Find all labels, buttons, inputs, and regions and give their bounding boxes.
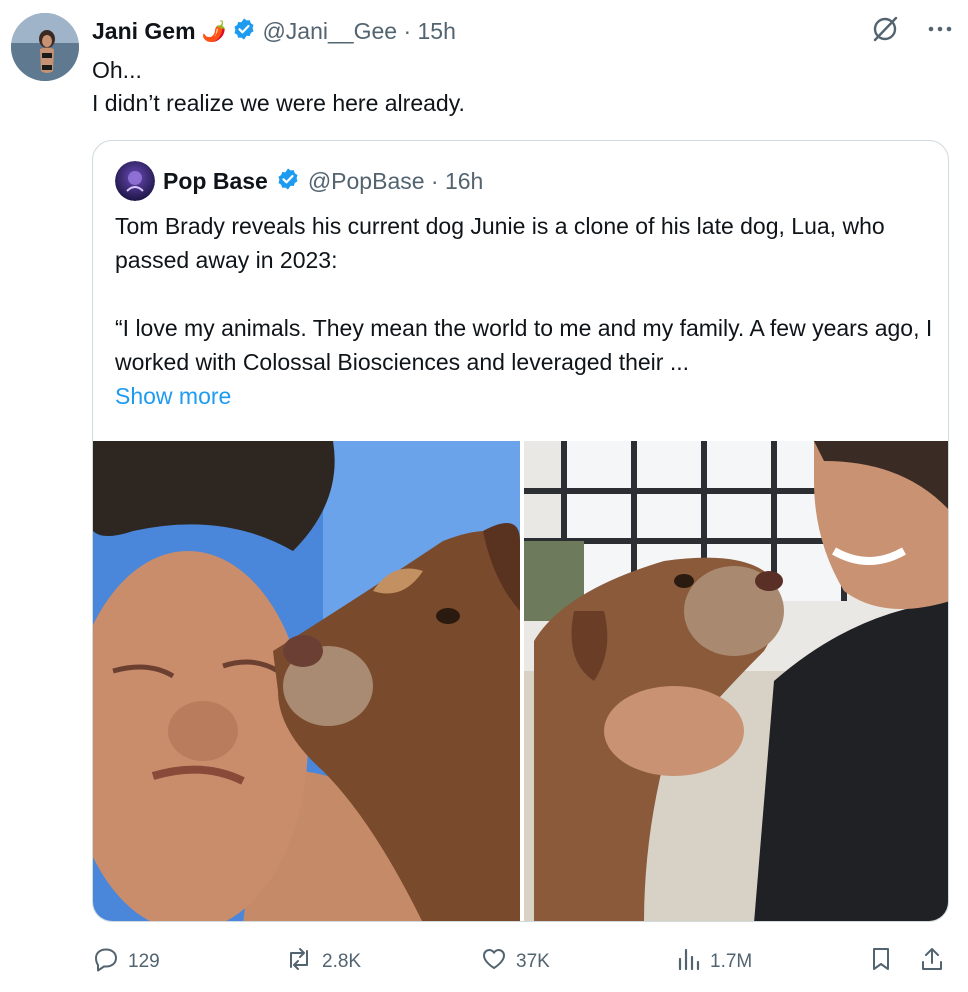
more-icon[interactable] (926, 15, 954, 48)
quoted-handle-time[interactable]: @PopBase · 16h (308, 168, 484, 195)
tweet-text-line: Oh... (92, 57, 142, 83)
quoted-tweet-header: Pop Base @PopBase · 16h (115, 161, 483, 201)
like-button[interactable]: 37K (480, 940, 550, 984)
show-more-link[interactable]: Show more (115, 379, 935, 413)
grok-icon[interactable] (870, 14, 900, 49)
verified-badge-icon[interactable] (232, 17, 256, 46)
share-icon (918, 945, 946, 979)
views-count: 1.7M (710, 951, 753, 972)
views-button[interactable]: 1.7M (676, 940, 752, 984)
quoted-display-name[interactable]: Pop Base (163, 168, 268, 195)
repost-button[interactable]: 2.8K (284, 940, 361, 984)
reply-button[interactable]: 129 (92, 940, 160, 984)
media-grid (93, 441, 948, 921)
repost-icon (284, 945, 314, 979)
share-button[interactable] (918, 940, 946, 984)
quoted-tweet[interactable]: Pop Base @PopBase · 16h Tom Brady reveal… (92, 140, 949, 922)
media-photo-right[interactable] (523, 441, 948, 921)
quoted-paragraph: Tom Brady reveals his current dog Junie … (115, 213, 885, 273)
views-icon (676, 945, 702, 979)
like-count: 37K (516, 951, 550, 972)
quoted-author-avatar[interactable] (115, 161, 155, 201)
tweet-text-line: I didn’t realize we were here already. (92, 90, 465, 116)
tweet-action-bar: 129 2.8K 37K 1.7M (92, 940, 954, 984)
reply-icon (92, 945, 120, 979)
verified-badge-icon[interactable] (276, 167, 300, 196)
media-photo-left[interactable] (93, 441, 520, 921)
repost-count: 2.8K (322, 951, 362, 972)
author-avatar[interactable] (11, 13, 79, 81)
tweet-header: Jani Gem 🌶️ @Jani__Gee · 15h (92, 14, 456, 48)
quoted-paragraph: “I love my animals. They mean the world … (115, 315, 933, 375)
author-display-name[interactable]: Jani Gem (92, 18, 196, 45)
quoted-tweet-text: Tom Brady reveals his current dog Junie … (115, 209, 935, 413)
bookmark-button[interactable] (868, 940, 894, 984)
bookmark-icon (868, 945, 894, 979)
like-icon (480, 945, 508, 979)
tweet-text: Oh... I didn’t realize we were here alre… (92, 54, 465, 120)
author-handle-time[interactable]: @Jani__Gee · 15h (262, 18, 455, 45)
reply-count: 129 (128, 951, 160, 972)
name-emoji: 🌶️ (201, 20, 227, 43)
tweet-top-actions (870, 14, 954, 49)
